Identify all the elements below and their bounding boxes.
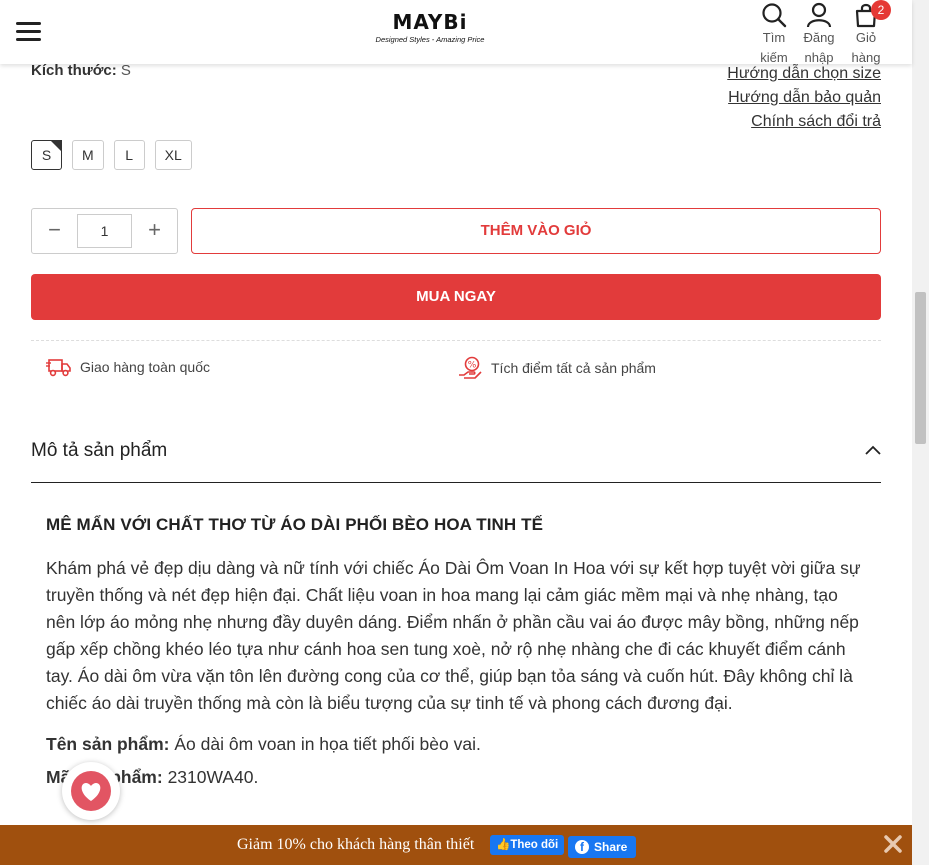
logo-tagline: Designed Styles - Amazing Price (375, 35, 485, 44)
description-heading: MÊ MẨN VỚI CHẤT THƠ TỪ ÁO DÀI PHỐI BÈO H… (46, 515, 544, 534)
quantity-increase-button[interactable]: + (132, 209, 177, 253)
search-button[interactable]: Tìm kiếm (751, 2, 797, 68)
facebook-icon: f (575, 840, 589, 854)
logo[interactable]: MAYBi Designed Styles - Amazing Price (368, 10, 492, 44)
wishlist-button[interactable] (62, 762, 120, 820)
login-label: Đăng nhập (803, 30, 835, 65)
size-label-text: Kích thước: (31, 62, 117, 79)
size-option-s[interactable]: S (31, 140, 62, 170)
site-header: MAYBi Designed Styles - Amazing Price Tì… (0, 0, 912, 65)
product-name-value: Áo dài ôm voan in họa tiết phối bèo vai. (169, 734, 481, 754)
logo-name: MAYBi (392, 10, 468, 34)
size-option-m[interactable]: M (72, 140, 104, 170)
scrollbar-thumb[interactable] (915, 292, 926, 444)
quantity-stepper: − + (31, 208, 178, 254)
feature-points-label: Tích điểm tất cả sản phẩm (491, 360, 656, 376)
product-name-line: Tên sản phẩm: Áo dài ôm voan in họa tiết… (46, 731, 866, 758)
search-label: Tìm kiếm (760, 30, 788, 65)
size-selected-value: S (120, 62, 131, 79)
reward-icon: % (459, 356, 482, 379)
feature-points: % Tích điểm tất cả sản phẩm (458, 356, 656, 380)
size-options: S M L XL (31, 140, 192, 170)
facebook-share-button[interactable]: f Share (568, 836, 637, 858)
size-label: Kích thước: S (31, 62, 131, 79)
size-option-l[interactable]: L (113, 140, 145, 170)
care-guide-link[interactable]: Hướng dẫn bảo quản (727, 86, 881, 110)
thumbs-up-icon: 👍 (496, 839, 511, 851)
product-code-value: 2310WA40. (162, 767, 259, 787)
divider (31, 340, 881, 341)
page: MAYBi Designed Styles - Amazing Price Tì… (0, 0, 929, 865)
description-section-title: Mô tả sản phẩm (31, 440, 168, 461)
chevron-up-icon (865, 445, 881, 455)
feature-shipping: Giao hàng toàn quốc (46, 356, 210, 378)
share-label: Share (594, 840, 628, 854)
size-option-xl[interactable]: XL (154, 140, 192, 170)
promo-bar: Giảm 10% cho khách hàng thân thiết 👍Theo… (0, 825, 912, 865)
description-paragraph: Khám phá vẻ đẹp dịu dàng và nữ tính với … (46, 558, 861, 713)
user-icon (806, 2, 832, 28)
cart-label: Giỏ hàng (851, 30, 881, 65)
buy-now-button[interactable]: MUA NGAY (31, 274, 881, 320)
feature-shipping-label: Giao hàng toàn quốc (80, 359, 210, 375)
return-policy-link[interactable]: Chính sách đổi trả (727, 110, 881, 134)
truck-icon (46, 359, 71, 377)
cart-button[interactable]: Giỏ hàng 2 (843, 0, 891, 68)
promo-text: Giảm 10% cho khách hàng thân thiết (237, 836, 475, 853)
menu-icon[interactable] (16, 22, 41, 42)
add-to-cart-button[interactable]: THÊM VÀO GIỎ (191, 208, 881, 254)
svg-text:%: % (468, 361, 477, 371)
scrollbar[interactable] (912, 0, 929, 865)
cart-count-badge: 2 (871, 0, 891, 20)
quantity-decrease-button[interactable]: − (32, 209, 77, 253)
product-code-line: Mã sản phẩm: 2310WA40. (46, 764, 866, 791)
facebook-follow-button[interactable]: 👍Theo dõi (490, 835, 565, 855)
heart-icon (71, 771, 111, 811)
guide-links: Hướng dẫn chọn size Hướng dẫn bảo quản C… (727, 62, 881, 134)
description-body: MÊ MẨN VỚI CHẤT THƠ TỪ ÁO DÀI PHỐI BÈO H… (46, 515, 866, 791)
description-accordion-header[interactable]: Mô tả sản phẩm (31, 440, 881, 483)
product-name-label: Tên sản phẩm: (46, 734, 170, 754)
search-icon (762, 3, 787, 28)
close-icon[interactable] (882, 833, 904, 855)
follow-label: Theo dõi (510, 839, 559, 851)
quantity-input[interactable] (77, 214, 132, 248)
login-button[interactable]: Đăng nhập (796, 2, 842, 68)
